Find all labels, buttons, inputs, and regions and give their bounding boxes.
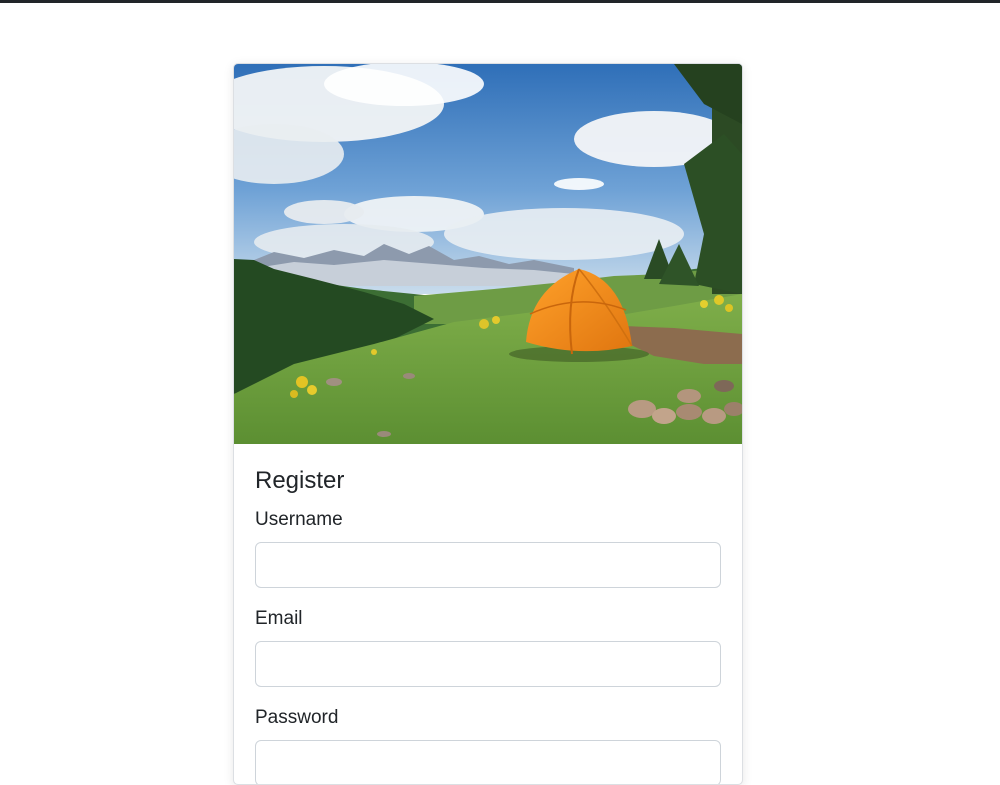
email-label: Email bbox=[255, 608, 303, 629]
email-input[interactable] bbox=[255, 641, 721, 687]
form-title: Register bbox=[255, 467, 345, 494]
card-body: Register Username Email Password bbox=[234, 444, 742, 784]
top-bar bbox=[0, 0, 1000, 3]
username-label: Username bbox=[255, 509, 343, 530]
camping-tent-image bbox=[234, 64, 742, 444]
password-field-group: Password bbox=[255, 704, 722, 784]
password-input[interactable] bbox=[255, 740, 721, 784]
password-label: Password bbox=[255, 707, 339, 728]
username-field-group: Username bbox=[255, 506, 722, 588]
register-card: Register Username Email Password bbox=[233, 63, 743, 785]
email-field-group: Email bbox=[255, 605, 722, 687]
username-input[interactable] bbox=[255, 542, 721, 588]
